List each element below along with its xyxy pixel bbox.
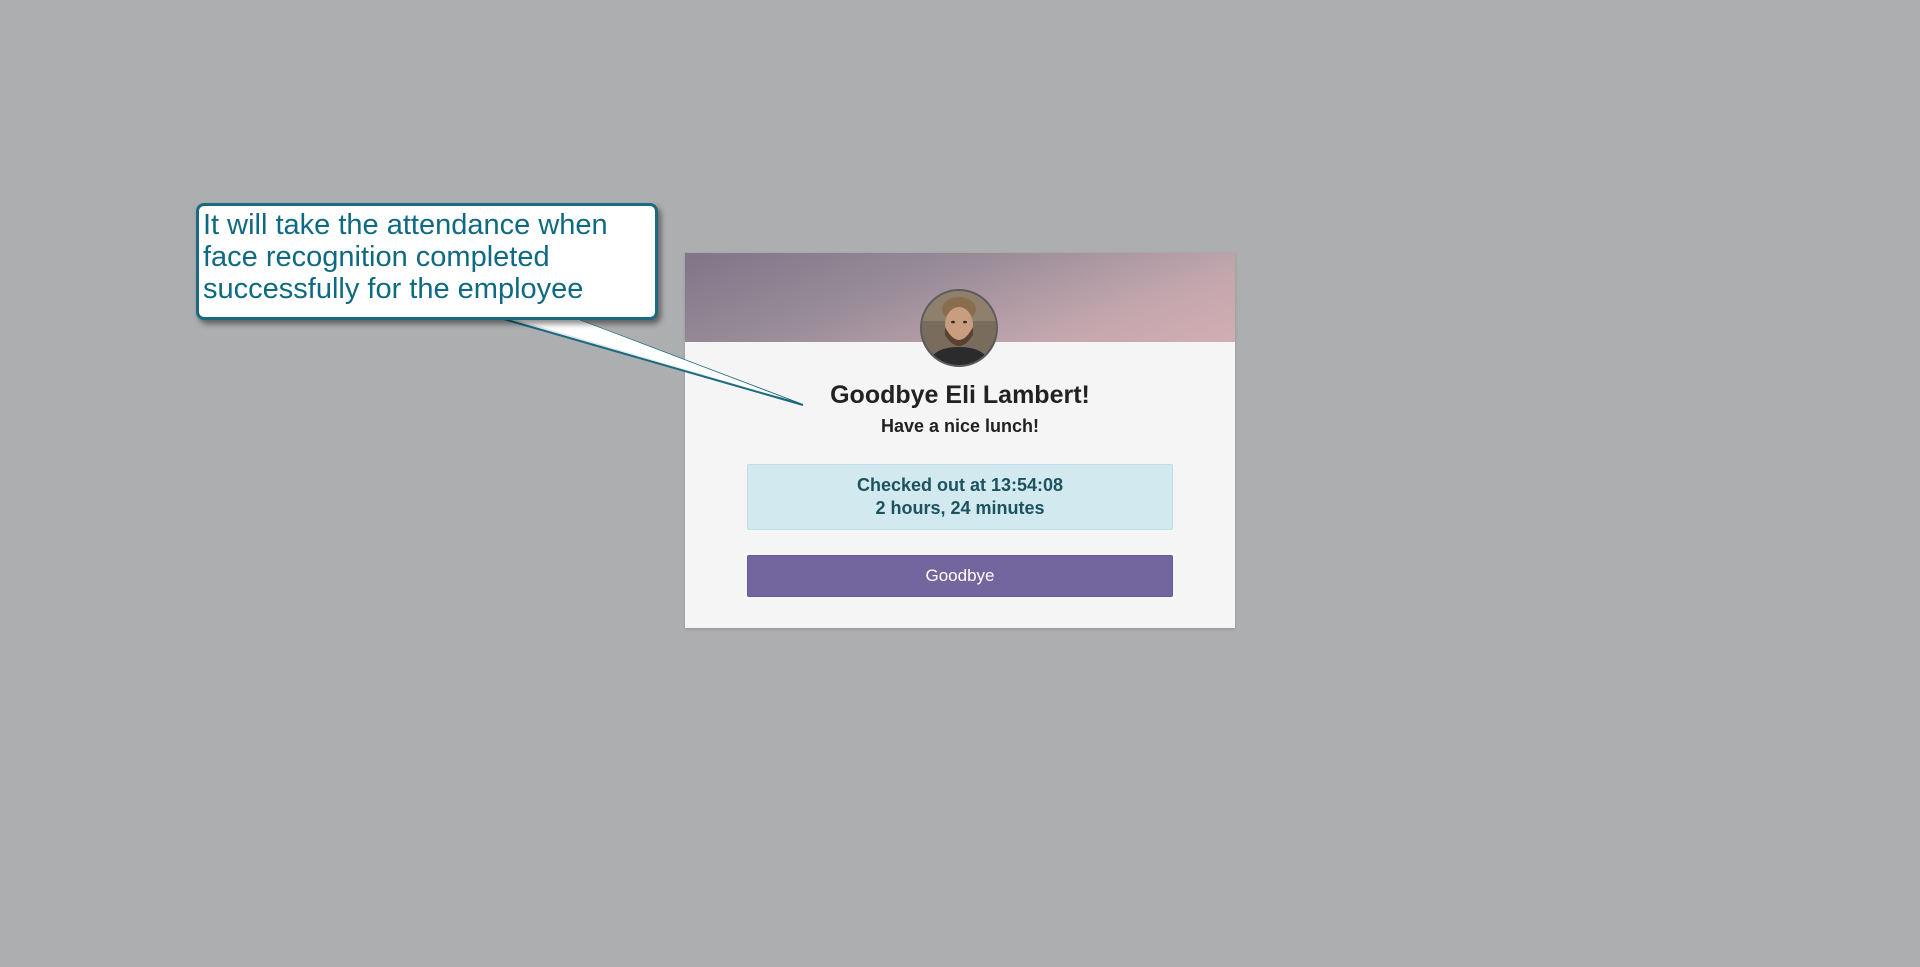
callout-text-line-2: face recognition completed: [203, 241, 550, 273]
page: Goodbye Eli Lambert! Have a nice lunch! …: [0, 0, 1920, 967]
callout-pointer: [499, 316, 804, 406]
callout-text-line-1: It will take the attendance when: [203, 209, 608, 241]
callout-text-line-3: successfully for the employee: [203, 273, 584, 305]
annotation-callout: It will take the attendance when face re…: [196, 203, 658, 320]
